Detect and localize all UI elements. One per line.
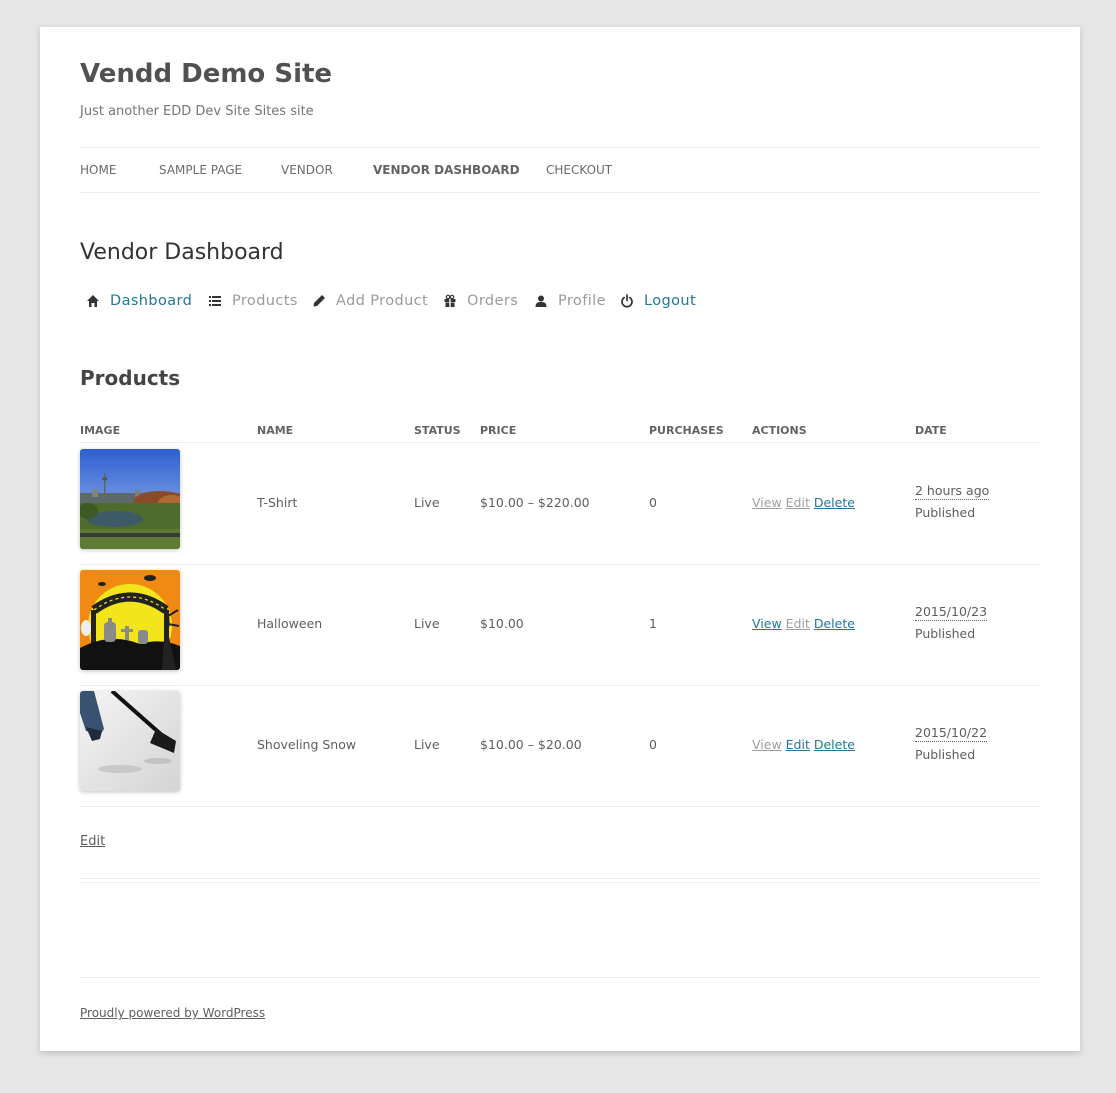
date-status: Published <box>915 626 976 641</box>
vendor-nav-label: Logout <box>644 293 697 309</box>
footer-divider <box>80 977 1040 978</box>
product-price: $10.00 <box>480 616 524 631</box>
column-header-purchases: PURCHASES <box>649 424 724 437</box>
nav-item-vendor[interactable]: VENDOR <box>281 163 333 177</box>
vendor-nav-label: Dashboard <box>110 293 193 309</box>
nav-item-vendor-dashboard[interactable]: VENDOR DASHBOARD <box>373 163 520 177</box>
date-status: Published <box>915 505 976 520</box>
page-title: Vendor Dashboard <box>80 240 284 265</box>
nav-item-home[interactable]: HOME <box>80 163 116 177</box>
product-purchases: 0 <box>649 495 657 510</box>
product-thumbnail[interactable] <box>80 570 180 670</box>
edit-link[interactable]: Edit <box>786 495 810 510</box>
vendor-dashboard-nav: Dashboard Products Add Product Orders Pr… <box>86 293 786 313</box>
vendor-nav-label: Products <box>232 293 298 309</box>
delete-link[interactable]: Delete <box>814 737 855 752</box>
product-name: Halloween <box>257 616 323 631</box>
product-name: Shoveling Snow <box>257 737 357 752</box>
date-value: 2015/10/23 <box>915 604 988 621</box>
product-date: 2 hours ago Published <box>915 483 990 520</box>
park-skyline-image <box>80 449 180 549</box>
nav-item-checkout[interactable]: CHECKOUT <box>546 163 612 177</box>
product-date: 2015/10/23 Published <box>915 604 988 641</box>
view-link[interactable]: View <box>752 616 782 631</box>
column-header-image: IMAGE <box>80 424 121 437</box>
products-heading: Products <box>80 366 181 390</box>
date-value: 2015/10/22 <box>915 725 988 742</box>
table-row: Halloween Live $10.00 1 View Edit Delete… <box>80 564 1040 686</box>
product-thumbnail[interactable] <box>80 449 180 549</box>
site-title[interactable]: Vendd Demo Site <box>80 59 332 89</box>
edit-page-link[interactable]: Edit <box>80 834 105 849</box>
view-link[interactable]: View <box>752 495 782 510</box>
column-header-status: STATUS <box>414 424 461 437</box>
product-status: Live <box>414 495 440 510</box>
site-description: Just another EDD Dev Site Sites site <box>80 104 314 119</box>
gift-icon <box>444 294 456 307</box>
user-icon <box>535 295 547 307</box>
product-status: Live <box>414 737 440 752</box>
divider <box>80 882 1040 883</box>
column-header-date: DATE <box>915 424 947 437</box>
nav-item-sample-page[interactable]: SAMPLE PAGE <box>159 163 242 177</box>
product-price: $10.00 – $20.00 <box>480 737 582 752</box>
column-header-actions: ACTIONS <box>752 424 807 437</box>
date-status: Published <box>915 747 976 762</box>
shoveling-snow-image <box>80 691 180 791</box>
powered-by-wordpress-link[interactable]: Proudly powered by WordPress <box>80 1006 265 1020</box>
view-link[interactable]: View <box>752 737 782 752</box>
product-price: $10.00 – $220.00 <box>480 495 590 510</box>
date-value: 2 hours ago <box>915 483 990 500</box>
product-status: Live <box>414 616 440 631</box>
list-icon <box>209 296 221 306</box>
product-actions: View Edit Delete <box>752 737 855 752</box>
delete-link[interactable]: Delete <box>814 495 855 510</box>
edit-link[interactable]: Edit <box>786 737 810 752</box>
product-name: T-Shirt <box>257 495 298 510</box>
product-purchases: 1 <box>649 616 657 631</box>
pencil-icon <box>313 295 325 307</box>
product-purchases: 0 <box>649 737 657 752</box>
home-icon <box>87 295 99 307</box>
product-actions: View Edit Delete <box>752 616 855 631</box>
product-date: 2015/10/22 Published <box>915 725 988 762</box>
vendor-nav-label: Profile <box>558 293 606 309</box>
edit-link[interactable]: Edit <box>786 616 810 631</box>
power-icon <box>621 294 633 308</box>
table-row: Shoveling Snow Live $10.00 – $20.00 0 Vi… <box>80 685 1040 807</box>
halloween-cemetery-image <box>80 570 180 670</box>
page-container: Vendd Demo Site Just another EDD Dev Sit… <box>40 27 1080 1051</box>
product-actions: View Edit Delete <box>752 495 855 510</box>
product-thumbnail[interactable] <box>80 691 180 791</box>
table-row: T-Shirt Live $10.00 – $220.00 0 View Edi… <box>80 443 1040 565</box>
vendor-nav-label: Add Product <box>336 293 429 309</box>
divider <box>80 878 1040 879</box>
main-navigation: HOME SAMPLE PAGE VENDOR VENDOR DASHBOARD… <box>80 147 1040 193</box>
delete-link[interactable]: Delete <box>814 616 855 631</box>
column-header-name: NAME <box>257 424 294 437</box>
column-header-price: PRICE <box>480 424 517 437</box>
vendor-nav-label: Orders <box>467 293 519 309</box>
